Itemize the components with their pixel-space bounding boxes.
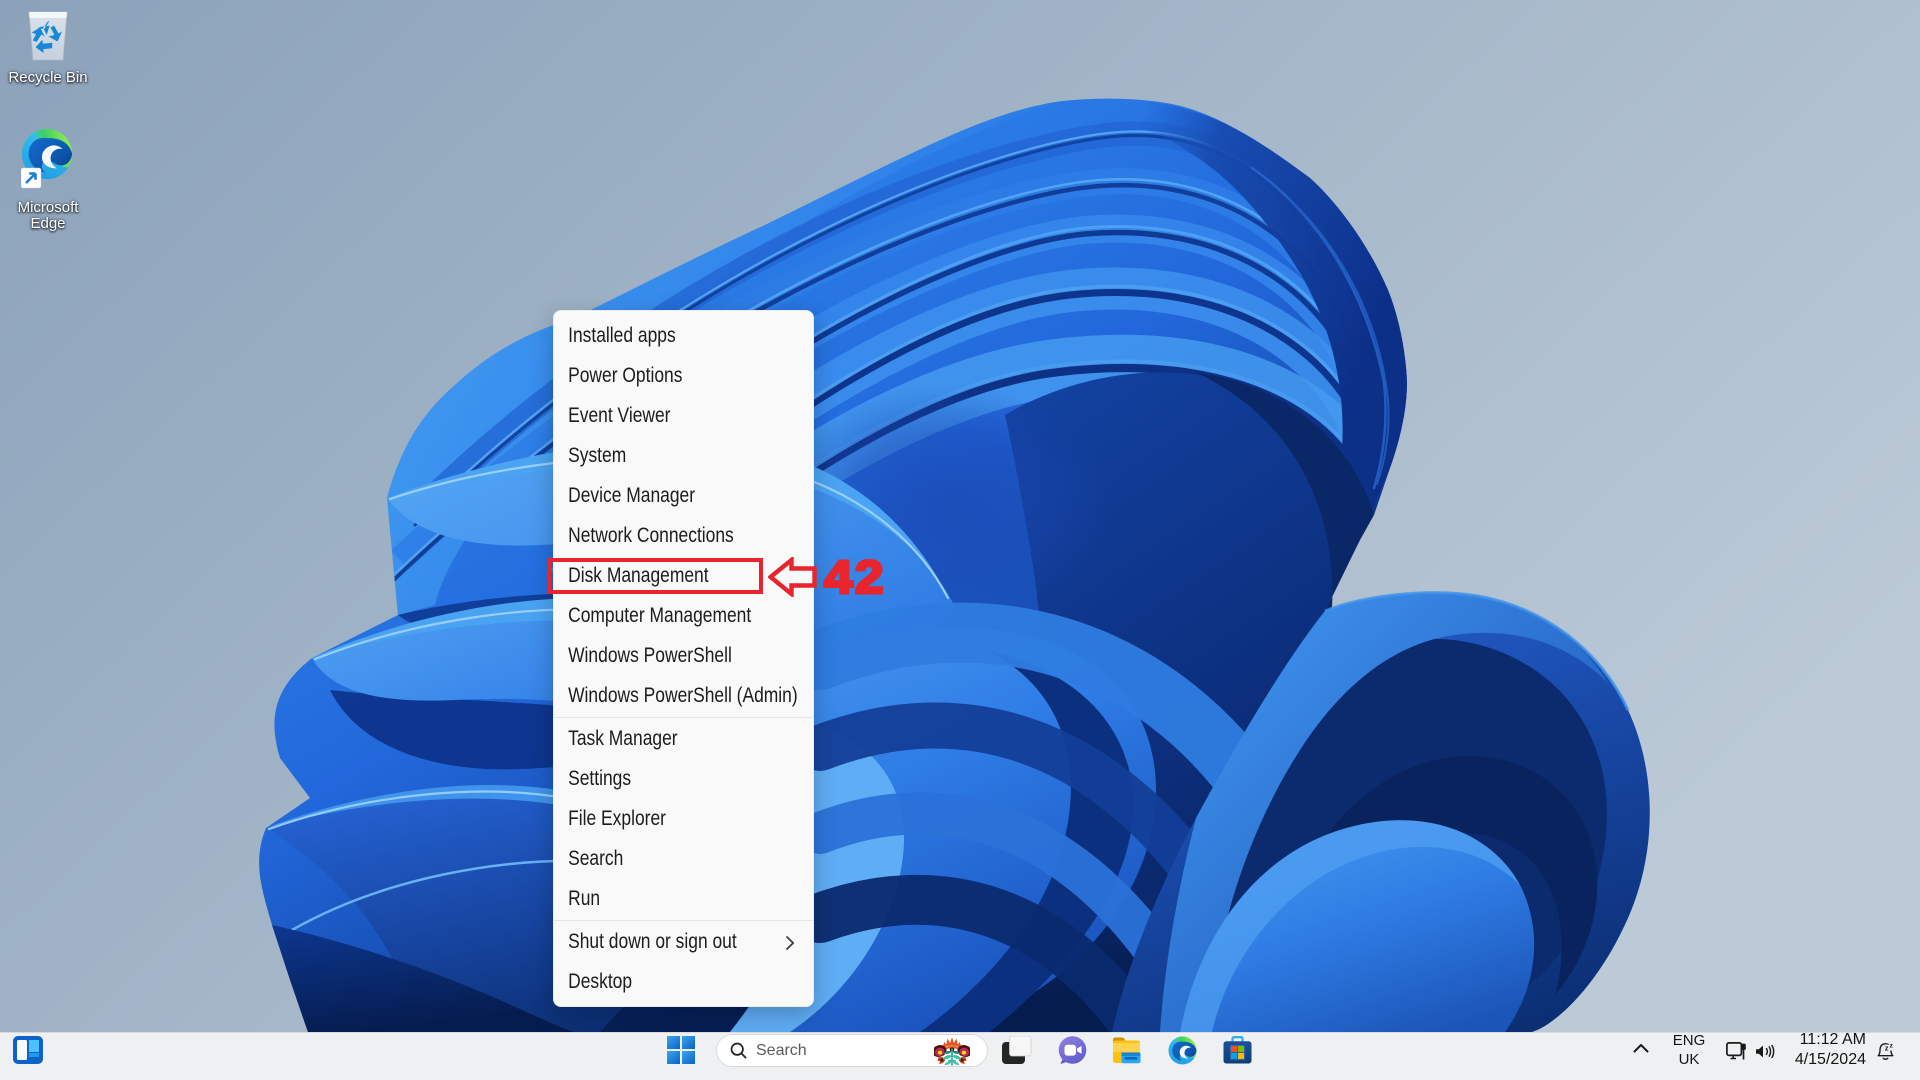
svg-text:z: z — [1890, 1042, 1894, 1049]
svg-text:z: z — [1885, 1043, 1889, 1052]
